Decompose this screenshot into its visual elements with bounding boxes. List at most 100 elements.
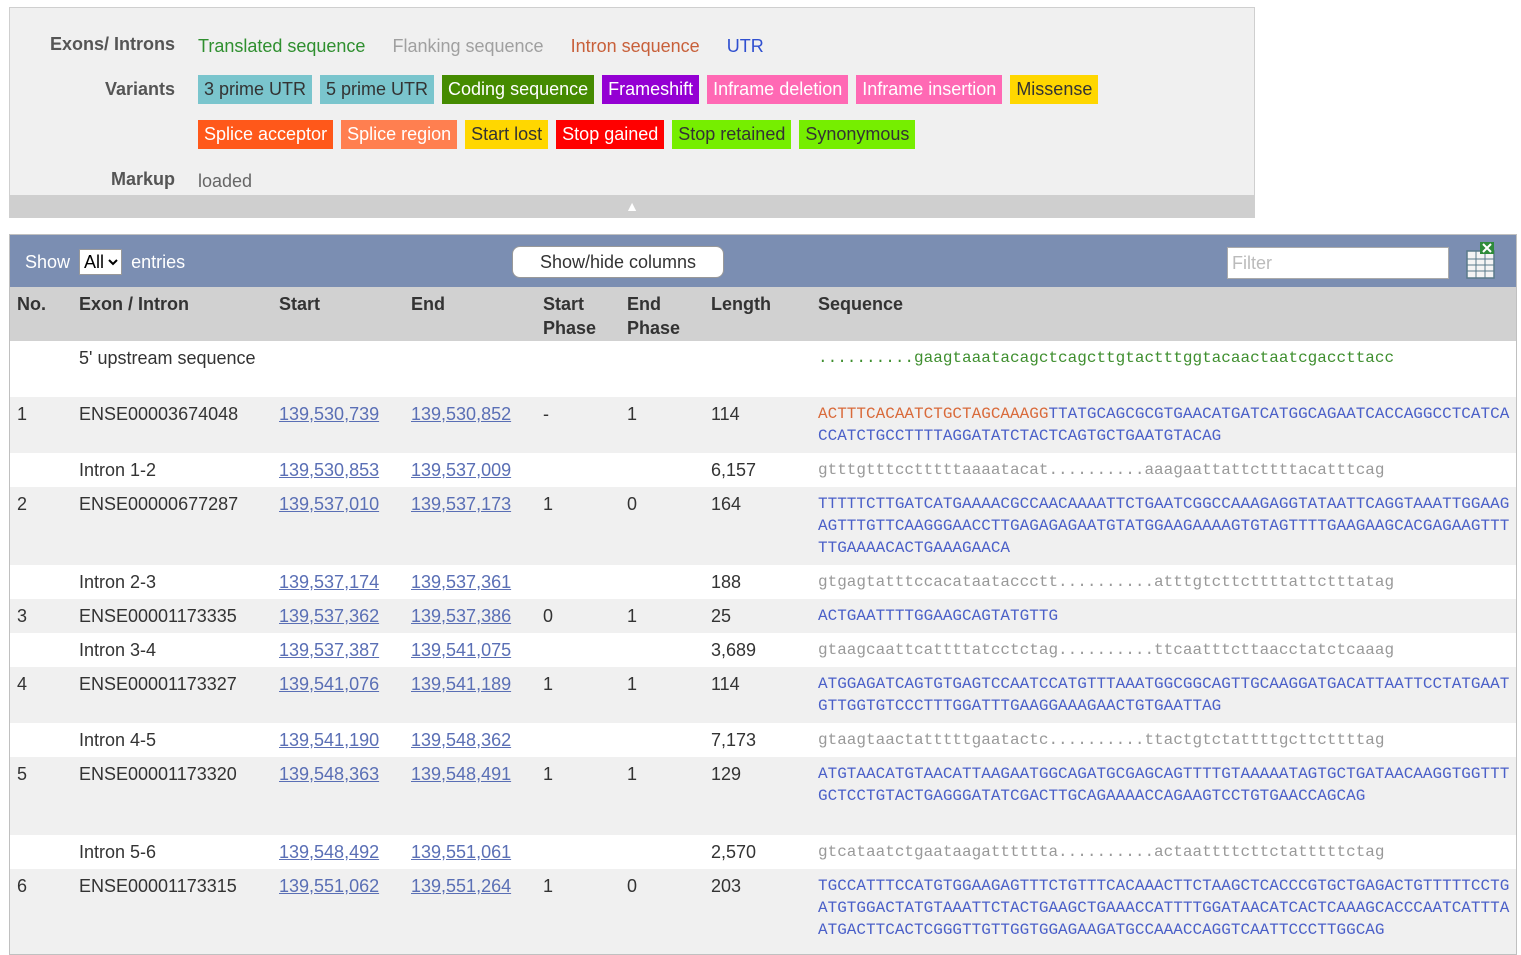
row-end-link[interactable]: 139,551,061 bbox=[411, 842, 511, 862]
markup-status: loaded bbox=[198, 171, 253, 191]
exons-introns-label: Exons/ Introns bbox=[49, 34, 175, 54]
filter-input[interactable] bbox=[1227, 247, 1449, 279]
row-length-cell: 3,689 bbox=[711, 639, 756, 661]
row-start-link[interactable]: 139,530,853 bbox=[279, 460, 379, 480]
intron-sequence: gtcataatctgaataagatttttta..........actaa… bbox=[818, 843, 1385, 861]
col-header-length[interactable]: Length bbox=[711, 292, 771, 316]
variants-label: Variants bbox=[104, 79, 175, 99]
row-start-phase-cell: 1 bbox=[543, 875, 553, 897]
row-number: 4 bbox=[17, 674, 28, 694]
row-length-cell: 114 bbox=[711, 673, 740, 695]
col-header-end-phase[interactable]: End Phase bbox=[627, 292, 697, 340]
excel-export-icon[interactable] bbox=[1466, 241, 1496, 279]
intron-sequence: gtaagcaattcattttatcctctag..........ttcaa… bbox=[818, 641, 1395, 659]
row-end-cell: 139,541,189 bbox=[411, 673, 511, 695]
row-end-cell: 139,537,361 bbox=[411, 571, 511, 593]
row-start-cell: 139,548,363 bbox=[279, 763, 379, 785]
row-length: 129 bbox=[711, 764, 742, 784]
variant-badge: Stop gained bbox=[556, 120, 665, 149]
intron-sequence: gtgagtatttccacataataccctt..........atttg… bbox=[818, 573, 1395, 591]
row-end-link[interactable]: 139,537,173 bbox=[411, 494, 511, 514]
row-start-link[interactable]: 139,548,492 bbox=[279, 842, 379, 862]
row-end-link[interactable]: 139,530,852 bbox=[411, 404, 511, 424]
row-start-link[interactable]: 139,541,190 bbox=[279, 730, 379, 750]
table-row: 4 ENSE00001173327 139,541,076 139,541,189 1 1… bbox=[10, 667, 1516, 723]
row-end-link[interactable]: 139,541,075 bbox=[411, 640, 511, 660]
row-start-cell: 139,530,853 bbox=[279, 459, 379, 481]
row-start-cell: 139,551,062 bbox=[279, 875, 379, 897]
row-length: 203 bbox=[711, 876, 742, 896]
col-header-start[interactable]: Start bbox=[279, 292, 320, 316]
row-end-link[interactable]: 139,548,362 bbox=[411, 730, 511, 750]
table-row: 1 ENSE00003674048 139,530,739 139,530,852 - 1… bbox=[10, 397, 1516, 453]
variant-badge: Missense bbox=[1010, 75, 1099, 104]
row-start-link[interactable]: 139,537,010 bbox=[279, 494, 379, 514]
row-end-link[interactable]: 139,537,361 bbox=[411, 572, 511, 592]
row-length: 25 bbox=[711, 606, 732, 626]
variant-badge: Frameshift bbox=[602, 75, 700, 104]
translated-sequence: TGCCATTTCCATGTGGAAGAGTTTCTGTTTCACAAACTTC… bbox=[818, 877, 1510, 939]
row-start-link[interactable]: 139,548,363 bbox=[279, 764, 379, 784]
triangle-up-icon[interactable]: ▲ bbox=[625, 198, 639, 214]
row-start-phase: 1 bbox=[543, 764, 554, 784]
variant-legend-row-1: 3 prime UTR 5 prime UTR Coding sequence Fra… bbox=[198, 75, 1106, 104]
row-start-link[interactable]: 139,537,174 bbox=[279, 572, 379, 592]
entries-select[interactable]: All bbox=[79, 249, 123, 275]
row-end-link[interactable]: 139,551,264 bbox=[411, 876, 511, 896]
row-start-phase-cell: 1 bbox=[543, 763, 553, 785]
col-header-no[interactable]: No. bbox=[17, 292, 46, 316]
row-end-phase: 1 bbox=[627, 764, 638, 784]
row-name: Intron 4-5 bbox=[79, 730, 157, 750]
table-row: 2 ENSE00000677287 139,537,010 139,537,173 1 0… bbox=[10, 487, 1516, 565]
row-name-cell: Intron 5-6 bbox=[79, 841, 259, 863]
row-sequence: ACTTTCACAATCTGCTAGCAAAGGTTATGCAGCGCGTGAA… bbox=[818, 403, 1512, 447]
row-sequence: gtaagtaactatttttgaatactc..........ttactg… bbox=[818, 729, 1512, 751]
row-length-cell: 2,570 bbox=[711, 841, 756, 863]
legend-intron: Intron sequence bbox=[570, 36, 700, 56]
table-row: 3 ENSE00001173335 139,537,362 139,537,386 0 1… bbox=[10, 599, 1516, 633]
row-number: 5 bbox=[17, 764, 28, 784]
col-header-start-phase[interactable]: Start Phase bbox=[543, 292, 613, 340]
row-start-link[interactable]: 139,537,362 bbox=[279, 606, 379, 626]
row-start-link[interactable]: 139,530,739 bbox=[279, 404, 379, 424]
row-length: 7,173 bbox=[711, 730, 757, 750]
table-toolbar: Show All entries Show/hide columns bbox=[10, 235, 1516, 287]
row-end-phase: 1 bbox=[627, 404, 638, 424]
col-header-end[interactable]: End bbox=[411, 292, 445, 316]
col-header-name[interactable]: Exon / Intron bbox=[79, 292, 189, 316]
table-body: 5' upstream sequence ..........gaagtaaata… bbox=[10, 341, 1516, 954]
row-start-cell: 139,537,387 bbox=[279, 639, 379, 661]
row-name-cell: ENSE00000677287 bbox=[79, 493, 259, 515]
row-sequence: ..........gaagtaaatacagctcagcttgtactttgg… bbox=[818, 347, 1512, 369]
row-name: Intron 3-4 bbox=[79, 640, 157, 660]
translated-sequence: ATGGAGATCAGTGTGAGTCCAATCCATGTTTAAATGGCGG… bbox=[818, 675, 1510, 715]
row-start-phase-cell: 0 bbox=[543, 605, 553, 627]
row-end-link[interactable]: 139,537,009 bbox=[411, 460, 511, 480]
intron-sequence: gtttgtttcctttttaaaatacat..........aaagaa… bbox=[818, 461, 1385, 479]
row-end-link[interactable]: 139,541,189 bbox=[411, 674, 511, 694]
row-name-cell: ENSE00001173320 bbox=[79, 763, 259, 785]
row-start-link[interactable]: 139,537,387 bbox=[279, 640, 379, 660]
row-end-phase: 1 bbox=[627, 606, 638, 626]
row-sequence: gtgagtatttccacataataccctt..........atttg… bbox=[818, 571, 1512, 593]
row-start-link[interactable]: 139,541,076 bbox=[279, 674, 379, 694]
row-name-cell: Intron 4-5 bbox=[79, 729, 259, 751]
variant-badge: Splice acceptor bbox=[198, 120, 334, 149]
row-start-phase: 1 bbox=[543, 674, 554, 694]
row-end-link[interactable]: 139,548,491 bbox=[411, 764, 511, 784]
legend-collapse-toggle[interactable]: ▲ bbox=[10, 195, 1254, 217]
row-end-link[interactable]: 139,537,386 bbox=[411, 606, 511, 626]
intron-sequence: gtaagtaactatttttgaatactc..........ttactg… bbox=[818, 731, 1385, 749]
row-start-phase: 1 bbox=[543, 494, 554, 514]
row-name: Intron 2-3 bbox=[79, 572, 157, 592]
entries-label: entries bbox=[131, 252, 186, 272]
variant-badge: Splice region bbox=[341, 120, 458, 149]
col-header-sequence[interactable]: Sequence bbox=[818, 292, 903, 316]
show-hide-columns-button[interactable]: Show/hide columns bbox=[512, 246, 724, 278]
markup-label: Markup bbox=[110, 169, 175, 189]
row-start-link[interactable]: 139,551,062 bbox=[279, 876, 379, 896]
row-number-cell: 2 bbox=[17, 493, 27, 515]
variant-badge: 3 prime UTR bbox=[198, 75, 313, 104]
row-name: ENSE00000677287 bbox=[79, 494, 239, 514]
row-length: 164 bbox=[711, 494, 742, 514]
